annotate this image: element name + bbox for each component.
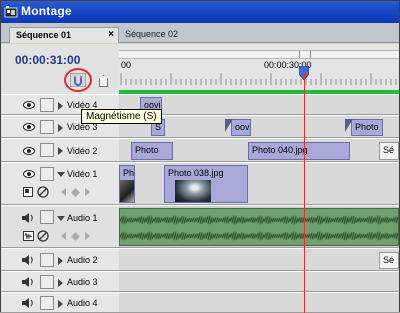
- clip[interactable]: Sé: [379, 142, 399, 160]
- track-header-audio-1: Audio 1: [1, 205, 119, 248]
- speaker-icon[interactable]: [22, 255, 34, 265]
- lock-toggle[interactable]: [40, 253, 54, 267]
- snap-icon[interactable]: [70, 73, 86, 87]
- clip[interactable]: oov: [231, 119, 251, 136]
- lock-toggle[interactable]: [40, 143, 54, 157]
- clip-label: Photo 038.jpg: [168, 168, 224, 178]
- prev-keyframe-icon[interactable]: [61, 188, 66, 196]
- lock-toggle[interactable]: [40, 275, 54, 289]
- no-keyframe-icon[interactable]: [37, 230, 49, 242]
- ruler-start-label: 00: [121, 60, 132, 70]
- window-title: Montage: [21, 4, 72, 18]
- clip-thumbnail: [120, 180, 134, 202]
- transition-marker[interactable]: [225, 119, 233, 132]
- expand-icon[interactable]: [58, 279, 63, 287]
- track-audio-2[interactable]: Sé: [119, 248, 399, 271]
- track-name: Audio 2: [67, 255, 98, 265]
- audio-waveform: [120, 215, 398, 241]
- tab-label: Séquence 02: [125, 29, 179, 39]
- clip-label: Ph: [123, 168, 135, 178]
- clip[interactable]: Photo: [131, 142, 173, 160]
- lock-toggle[interactable]: [40, 120, 54, 134]
- track-header-audio-3: Audio 3: [1, 271, 119, 292]
- tab-sequence-02[interactable]: Séquence 02: [119, 27, 191, 43]
- eye-icon[interactable]: [23, 147, 35, 155]
- track-name: Audio 1: [67, 213, 98, 223]
- transition-marker[interactable]: [345, 119, 353, 132]
- prev-keyframe-icon[interactable]: [61, 232, 66, 240]
- playhead-line[interactable]: [304, 71, 305, 313]
- timeline-header: 00:00:31:00: [1, 44, 119, 94]
- track-video-1[interactable]: Ph Photo 038.jpg: [119, 162, 399, 205]
- speaker-icon[interactable]: [22, 277, 34, 287]
- track-audio-1[interactable]: [119, 205, 399, 248]
- collapse-icon[interactable]: [57, 172, 65, 177]
- lock-toggle[interactable]: [40, 167, 54, 181]
- lock-toggle[interactable]: [40, 98, 54, 112]
- expand-icon[interactable]: [58, 300, 63, 308]
- track-name: Vidéo 1: [67, 169, 98, 179]
- ruler-ticks: [120, 73, 397, 85]
- track-audio-4[interactable]: [119, 292, 399, 313]
- speaker-icon[interactable]: [22, 213, 34, 223]
- clip[interactable]: Photo: [351, 119, 383, 136]
- clip-thumbnail: [175, 180, 211, 202]
- eye-icon[interactable]: [23, 101, 35, 109]
- track-header-video-1: Vidéo 1: [1, 162, 119, 205]
- track-header-audio-4: Audio 4: [1, 292, 119, 313]
- close-icon[interactable]: ×: [108, 29, 114, 40]
- track-name: Vidéo 2: [67, 146, 98, 156]
- track-audio-3[interactable]: [119, 271, 399, 292]
- zoom-scrollbar[interactable]: [119, 50, 399, 59]
- clip[interactable]: Photo 040.jpg: [248, 142, 350, 160]
- no-keyframe-icon[interactable]: [37, 186, 49, 198]
- expand-icon[interactable]: [58, 102, 63, 110]
- add-marker-icon[interactable]: [99, 75, 108, 87]
- audio-clip[interactable]: [119, 208, 399, 246]
- eye-icon[interactable]: [23, 170, 35, 178]
- clip[interactable]: Ph: [119, 165, 135, 203]
- speaker-icon[interactable]: [22, 298, 34, 308]
- next-keyframe-icon[interactable]: [85, 188, 90, 196]
- track-name: Audio 4: [67, 298, 98, 308]
- tab-sequence-01[interactable]: Séquence 01 ×: [9, 27, 119, 43]
- sequence-tabs: Séquence 01 × Séquence 02: [1, 23, 399, 43]
- add-keyframe-icon[interactable]: [71, 232, 80, 241]
- scrollbar-grip[interactable]: [299, 51, 311, 58]
- display-style-icon[interactable]: [23, 187, 33, 197]
- waveform-icon[interactable]: [23, 231, 34, 241]
- eye-icon[interactable]: [23, 123, 35, 131]
- track-video-2[interactable]: Photo Photo 040.jpg Sé: [119, 138, 399, 162]
- expand-icon[interactable]: [58, 147, 63, 155]
- time-ruler[interactable]: 00 00:00:30:00: [119, 44, 399, 94]
- snap-tooltip: Magnétisme (S): [81, 109, 162, 124]
- expand-icon[interactable]: [58, 257, 63, 265]
- expand-icon[interactable]: [58, 124, 63, 132]
- audio-clip[interactable]: Sé: [379, 252, 399, 269]
- film-icon: [4, 6, 18, 18]
- next-keyframe-icon[interactable]: [85, 232, 90, 240]
- lock-toggle[interactable]: [40, 210, 54, 224]
- track-header-audio-2: Audio 2: [1, 248, 119, 271]
- lock-toggle[interactable]: [40, 296, 54, 310]
- track-header-video-2: Vidéo 2: [1, 138, 119, 162]
- clip[interactable]: Photo 038.jpg: [164, 165, 248, 203]
- tab-label: Séquence 01: [16, 30, 72, 40]
- timecode-display[interactable]: 00:00:31:00: [15, 53, 80, 67]
- track-name: Audio 3: [67, 277, 98, 287]
- montage-window: Montage Séquence 01 × Séquence 02 00:00:…: [0, 0, 400, 313]
- add-keyframe-icon[interactable]: [71, 188, 80, 197]
- collapse-icon[interactable]: [57, 216, 65, 221]
- title-bar[interactable]: Montage: [1, 1, 399, 23]
